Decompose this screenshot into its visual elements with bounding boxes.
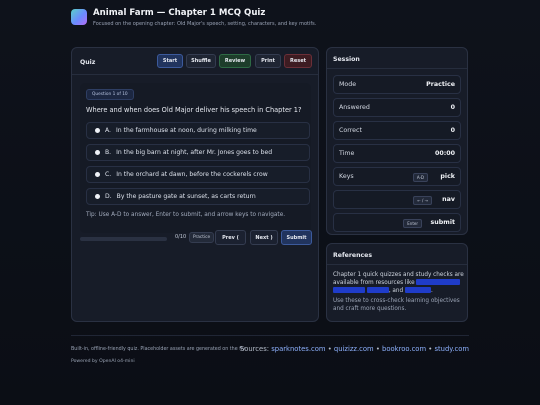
session-value: 00:00	[434, 150, 455, 157]
shuffle-button[interactable]: Shuffle	[186, 54, 216, 68]
session-header-divider	[327, 68, 467, 69]
review-button[interactable]: Review	[219, 54, 251, 68]
session-panel: Session Mode Practice Answered 0 Correct…	[326, 47, 468, 235]
shortcut-row-submit: Enter submit	[333, 213, 461, 232]
quiz-header-divider	[72, 74, 318, 75]
keyboard-tip: Tip: Use A-D to answer, Enter to submit,…	[86, 212, 286, 218]
session-row-correct: Correct 0	[333, 121, 461, 140]
references-and: , and	[388, 288, 404, 294]
footer-note: Built-in, offline-friendly quiz. Placeho…	[71, 347, 246, 352]
option-letter: B.	[105, 149, 112, 156]
source-separator: •	[325, 345, 334, 353]
quiz-panel: Quiz Start Shuffle Review Print Reset Qu…	[71, 47, 319, 322]
shortcut-action: submit	[430, 219, 455, 226]
answer-option-d[interactable]: D. By the pasture gate at sunset, as car…	[86, 188, 310, 205]
answer-option-a[interactable]: A. In the farmhouse at noon, during milk…	[86, 122, 310, 139]
source-separator: •	[373, 345, 382, 353]
progress-count: 0/10	[175, 234, 187, 240]
reset-button[interactable]: Reset	[284, 54, 312, 68]
shortcut-action: pick	[440, 173, 455, 180]
source-link-quizizz[interactable]: quizizz.com	[334, 345, 374, 353]
print-button[interactable]: Print	[255, 54, 281, 68]
footer-divider	[71, 335, 469, 336]
session-key: Time	[339, 150, 355, 157]
start-button[interactable]: Start	[157, 54, 183, 68]
footer-sources: Sources: sparknotes.com • quizizz.com • …	[240, 345, 469, 353]
answer-option-b[interactable]: B. In the big barn at night, after Mr. J…	[86, 144, 310, 161]
question-number-badge: Question 1 of 10	[86, 89, 134, 100]
reference-link[interactable]	[404, 287, 431, 293]
session-key: Answered	[339, 104, 370, 111]
reference-link[interactable]	[333, 287, 365, 293]
reference-link[interactable]	[416, 279, 461, 285]
references-note: Use these to cross-check learning object…	[333, 298, 460, 312]
session-panel-title: Session	[333, 56, 360, 63]
footer-powered-by: Powered by OpenAI o4-mini	[71, 359, 135, 364]
shortcut-label: Keys	[339, 173, 354, 180]
option-text: In the orchard at dawn, before the cocke…	[116, 171, 268, 178]
source-link-sparknotes[interactable]: sparknotes.com	[271, 345, 325, 353]
radio-icon	[95, 194, 100, 199]
kbd-key: Enter	[403, 219, 422, 228]
session-value: 0	[450, 104, 455, 111]
progress-bar	[80, 237, 167, 241]
answer-option-c[interactable]: C. In the orchard at dawn, before the co…	[86, 166, 310, 183]
quiz-panel-title: Quiz	[80, 59, 96, 66]
references-panel: References Chapter 1 quick quizzes and s…	[326, 243, 468, 322]
session-key: Correct	[339, 127, 362, 134]
option-text: In the big barn at night, after Mr. Jone…	[116, 149, 273, 156]
option-letter: D.	[105, 193, 112, 200]
next-button[interactable]: Next )	[250, 230, 278, 245]
reference-link[interactable]	[366, 287, 389, 293]
kbd-key: A-D	[412, 173, 428, 182]
radio-icon	[95, 128, 100, 133]
page-header: Animal Farm — Chapter 1 MCQ Quiz Focused…	[71, 8, 469, 38]
shortcut-row-nav: ← / → nav	[333, 190, 461, 209]
session-row-answered: Answered 0	[333, 98, 461, 117]
page-title: Animal Farm — Chapter 1 MCQ Quiz	[93, 8, 266, 18]
source-link-bookroo[interactable]: bookroo.com	[382, 345, 426, 353]
session-row-mode: Mode Practice	[333, 75, 461, 94]
references-header-divider	[327, 264, 467, 265]
submit-button[interactable]: Submit	[281, 230, 312, 245]
question-text: Where and when does Old Major deliver hi…	[86, 106, 302, 114]
option-letter: C.	[105, 171, 112, 178]
option-text: By the pasture gate at sunset, as carts …	[116, 193, 256, 200]
session-key: Mode	[339, 81, 357, 88]
references-text: Chapter 1 quick quizzes and study checks…	[333, 271, 465, 295]
option-text: In the farmhouse at noon, during milking…	[116, 127, 257, 134]
session-row-time: Time 00:00	[333, 144, 461, 163]
page-subtitle: Focused on the opening chapter: Old Majo…	[93, 21, 317, 27]
prev-button[interactable]: Prev (	[215, 230, 246, 245]
shortcut-action: nav	[442, 196, 455, 203]
question-card: Question 1 of 10 Where and when does Old…	[80, 83, 311, 233]
references-end: .	[430, 288, 433, 294]
radio-icon	[95, 150, 100, 155]
app-logo-icon	[71, 9, 87, 25]
option-letter: A.	[105, 127, 111, 134]
sources-label: Sources:	[239, 345, 270, 353]
source-link-study[interactable]: study.com	[434, 345, 469, 353]
shortcut-row-pick: Keys A-D pick	[333, 167, 461, 186]
references-panel-title: References	[333, 252, 373, 259]
mode-badge: Practice	[189, 232, 215, 243]
session-value: Practice	[426, 81, 455, 88]
session-value: 0	[450, 127, 455, 134]
radio-icon	[95, 172, 100, 177]
kbd-key: ← / →	[413, 196, 432, 205]
